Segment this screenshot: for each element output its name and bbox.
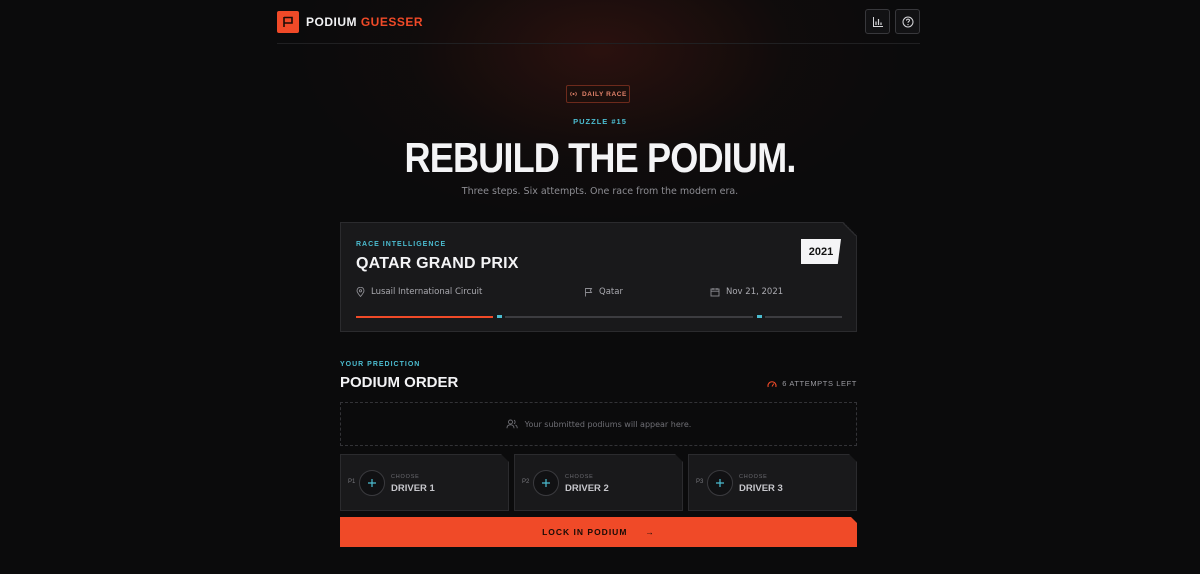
slot-driver-label: DRIVER 1 (391, 483, 435, 494)
attempts-text: 6 ATTEMPTS LEFT (782, 379, 857, 388)
users-icon (506, 419, 518, 429)
slot-driver-label: DRIVER 3 (739, 483, 783, 494)
app-header: PODIUM GUESSER (277, 0, 920, 44)
calendar-icon (710, 288, 720, 297)
podium-slot-p3[interactable]: P3 CHOOSE DRIVER 3 (688, 454, 857, 511)
daily-race-badge: DAILY RACE (566, 85, 630, 103)
help-button[interactable] (895, 9, 920, 34)
race-circuit: Lusail International Circuit (356, 287, 482, 297)
puzzle-number: PUZZLE #15 (573, 117, 627, 126)
add-driver-button[interactable] (707, 470, 733, 496)
race-intelligence-card: RACE INTELLIGENCE QATAR GRAND PRIX 2021 … (340, 222, 857, 332)
page-subtitle: Three steps. Six attempts. One race from… (461, 186, 739, 197)
plus-icon (716, 479, 724, 487)
hint-progress-track (356, 315, 842, 318)
flag-logo-icon (277, 10, 299, 33)
logo-text: PODIUM GUESSER (306, 15, 423, 29)
race-name: QATAR GRAND PRIX (356, 255, 519, 272)
stats-button[interactable] (865, 9, 890, 34)
header-actions (865, 9, 920, 34)
country-name: Qatar (599, 287, 623, 297)
race-intelligence-label: RACE INTELLIGENCE (356, 241, 447, 248)
podium-slot-p1[interactable]: P1 CHOOSE DRIVER 1 (340, 454, 509, 511)
slot-position: P1 (348, 479, 356, 485)
submitted-empty-text: Your submitted podiums will appear here. (524, 419, 692, 429)
logo-word-guesser: GUESSER (360, 14, 424, 29)
add-driver-button[interactable] (533, 470, 559, 496)
plus-icon (542, 479, 550, 487)
podium-order-title: PODIUM ORDER (340, 374, 459, 391)
slot-position: P3 (696, 479, 704, 485)
slot-driver-label: DRIVER 2 (565, 483, 609, 494)
card-corner-cut (843, 222, 857, 236)
progress-marker-2 (757, 315, 762, 318)
slot-choose-label: CHOOSE (391, 474, 420, 480)
your-prediction-label: YOUR PREDICTION (340, 361, 421, 368)
add-driver-button[interactable] (359, 470, 385, 496)
race-country: Qatar (584, 287, 623, 297)
submitted-podiums-placeholder: Your submitted podiums will appear here. (340, 402, 857, 446)
slot-choose-label: CHOOSE (565, 474, 594, 480)
slot-choose-label: CHOOSE (739, 474, 768, 480)
progress-segment-3 (765, 316, 842, 318)
arrow-right-icon: → (645, 527, 655, 537)
date-text: Nov 21, 2021 (726, 287, 784, 297)
bar-chart-icon (872, 16, 883, 27)
lock-in-label: LOCK IN PODIUM (542, 527, 628, 537)
plus-icon (368, 479, 376, 487)
logo-word-podium: PODIUM (306, 14, 357, 29)
progress-segment-1 (356, 316, 493, 318)
page-title: REBUILD THE PODIUM. (404, 134, 796, 181)
race-year-badge: 2021 (801, 239, 841, 264)
slot-position: P2 (522, 479, 530, 485)
badge-label: DAILY RACE (581, 90, 627, 98)
map-pin-icon (356, 287, 365, 297)
gauge-icon (767, 380, 777, 387)
race-date: Nov 21, 2021 (710, 287, 783, 297)
podium-slot-p2[interactable]: P2 CHOOSE DRIVER 2 (514, 454, 683, 511)
progress-marker-1 (497, 315, 502, 318)
signal-icon (570, 91, 577, 97)
help-circle-icon (902, 16, 913, 27)
flag-icon (585, 288, 593, 297)
lock-in-podium-button[interactable]: LOCK IN PODIUM → (340, 517, 857, 547)
circuit-name: Lusail International Circuit (371, 287, 483, 297)
attempts-left: 6 ATTEMPTS LEFT (767, 379, 857, 388)
progress-segment-2 (505, 316, 753, 318)
logo[interactable]: PODIUM GUESSER (277, 10, 423, 33)
